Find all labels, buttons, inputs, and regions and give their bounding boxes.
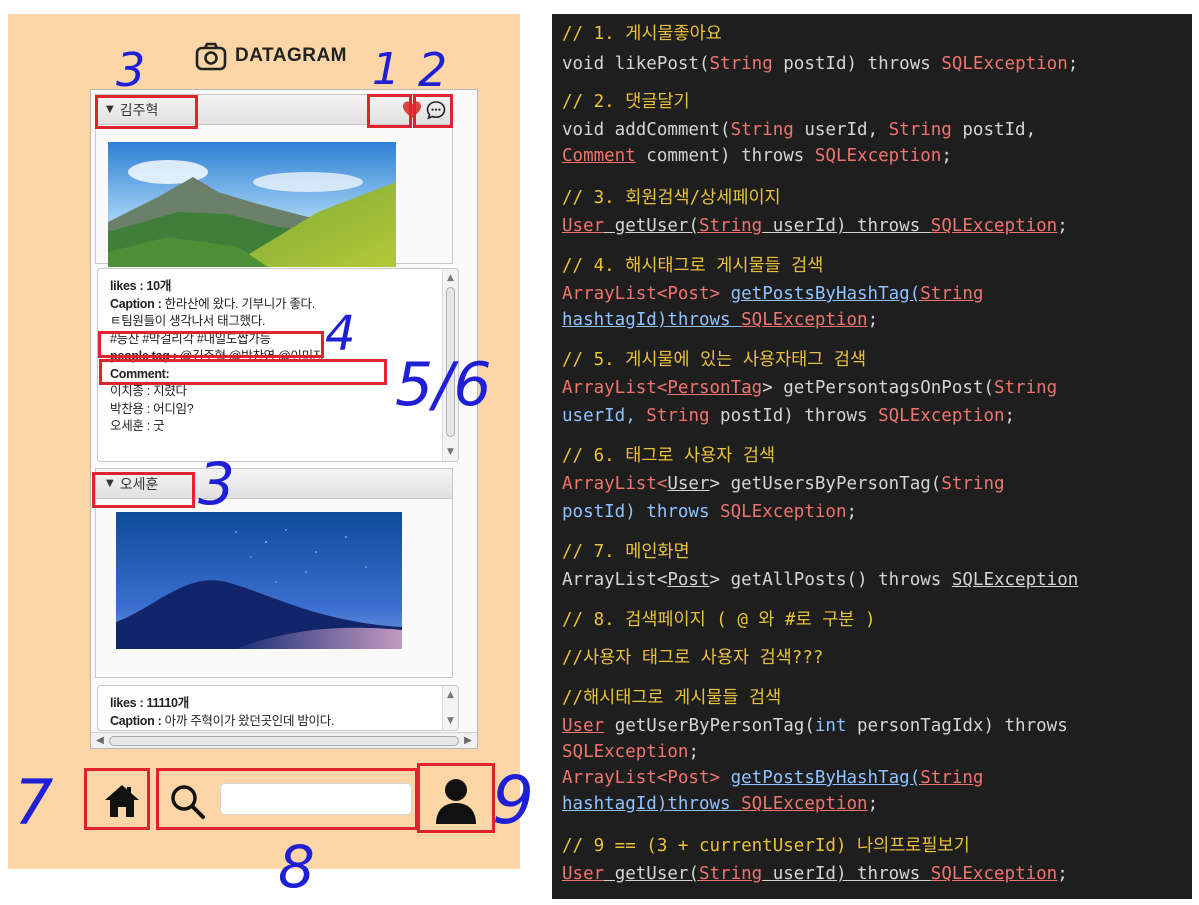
caption-text: 아까 주혁이가 왔던곳인데 밤이다. (164, 713, 335, 728)
caption-text: 한라산에 왔다. 기부니가 좋다. (164, 296, 316, 311)
code-line: Comment comment) throws SQLException; (562, 146, 952, 166)
scroll-up-icon[interactable]: ▲ (443, 271, 458, 285)
likes-value: 11110개 (146, 696, 190, 710)
feed-hscrollbar[interactable]: ◀ ▶ (91, 732, 477, 748)
app-window: DATAGRAM ▼ 김주혁 likes: 10개 Caption: 한라산… (8, 14, 520, 869)
annotation-box-3-username-2 (92, 472, 195, 508)
annotation-number: 3 (198, 450, 235, 518)
app-header: DATAGRAM (195, 36, 347, 76)
code-line: postId) throws SQLException; (562, 502, 858, 522)
scroll-up-icon[interactable]: ▲ (443, 688, 458, 702)
post-text-content: likes : 11110개 Caption : 아까 주혁이가 왔던곳인데 밤… (98, 686, 458, 730)
annotation-number: 7 (14, 766, 54, 839)
code-line: hashtagId)throws SQLException; (562, 310, 879, 330)
annotation-box-9-profile (417, 763, 495, 833)
caption-line2: ㅌ팀원들이 생각나서 태그했다. (110, 314, 266, 328)
scroll-down-icon[interactable]: ▼ (443, 714, 458, 728)
comment-row: 오세훈 : 굿 (110, 419, 165, 433)
likes-value: 10개 (146, 279, 172, 293)
code-line: ArrayList<User> getUsersByPersonTag(Stri… (562, 474, 1005, 494)
text-vscrollbar[interactable]: ▲ ▼ (442, 686, 458, 730)
code-comment: // 1. 게시물좋아요 (562, 24, 722, 44)
code-line: void addComment(String userId, String po… (562, 120, 1037, 140)
code-line: ArrayList<Post> getPostsByHashTag(String (562, 284, 984, 304)
annotation-number: 4 (325, 306, 356, 362)
camera-icon (195, 42, 227, 71)
code-comment: // 3. 회원검색/상세페이지 (562, 188, 781, 208)
code-comment: // 8. 검색페이지 ( @ 와 #로 구분 ) (562, 610, 876, 630)
annotation-number: 3 (116, 43, 146, 97)
annotation-number: 5/6 (395, 350, 492, 420)
scroll-thumb[interactable] (109, 736, 459, 746)
code-line: User getUserByPersonTag(int personTagIdx… (562, 716, 1068, 736)
code-line: userId, String postId) throws SQLExcepti… (562, 406, 1016, 426)
annotation-box-4-hashtags (98, 331, 324, 358)
likes-label: likes : (110, 696, 147, 710)
post-image-mountain (108, 142, 396, 267)
annotation-box-8-search (156, 768, 418, 830)
code-comment: // 9 == (3 + currentUserId) 나의프로필보기 (562, 836, 970, 856)
code-comment: // 2. 댓글달기 (562, 92, 690, 112)
post-image-night (116, 512, 402, 649)
code-comment: //해시태그로 게시물들 검색 (562, 688, 782, 708)
scroll-right-icon[interactable]: ▶ (461, 734, 475, 747)
code-line: User getUser(String userId) throws SQLEx… (562, 864, 1068, 884)
code-panel: // 1. 게시물좋아요 void likePost(String postId… (552, 14, 1192, 899)
caption-label: Caption : (110, 296, 165, 311)
code-comment: // 6. 태그로 사용자 검색 (562, 446, 776, 466)
post-text-area[interactable]: likes : 11110개 Caption : 아까 주혁이가 왔던곳인데 밤… (97, 685, 459, 731)
annotation-box-5-people-tags (99, 359, 387, 385)
app-title: DATAGRAM (235, 45, 347, 66)
annotation-number: 1 (372, 44, 400, 95)
code-line: ArrayList<Post> getAllPosts() throws SQL… (562, 570, 1079, 590)
code-line: SQLException; (562, 742, 699, 762)
annotation-number: 8 (278, 833, 315, 901)
annotation-box-7-home (84, 768, 150, 830)
annotation-number: 2 (418, 43, 448, 97)
scroll-left-icon[interactable]: ◀ (93, 734, 107, 747)
code-line: void likePost(String postId) throws SQLE… (562, 54, 1079, 74)
annotation-box-1-like (367, 94, 412, 128)
annotation-number: 9 (492, 762, 534, 839)
code-line: hashtagId)throws SQLException; (562, 794, 879, 814)
code-comment: //사용자 태그로 사용자 검색??? (562, 648, 824, 668)
code-line: User getUser(String userId) throws SQLEx… (562, 216, 1068, 236)
code-comment: // 7. 메인화면 (562, 542, 690, 562)
annotation-box-3-username (95, 95, 198, 129)
likes-label: likes : (110, 279, 147, 293)
caption-label: Caption : (110, 713, 165, 728)
code-line: ArrayList<PersonTag> getPersontagsOnPost… (562, 378, 1058, 398)
code-comment: // 5. 게시물에 있는 사용자태그 검색 (562, 350, 867, 370)
code-comment: // 4. 해시태그로 게시물들 검색 (562, 256, 824, 276)
scroll-down-icon[interactable]: ▼ (443, 445, 458, 459)
annotation-box-2-comment (413, 94, 453, 128)
code-line: ArrayList<Post> getPostsByHashTag(String (562, 768, 984, 788)
